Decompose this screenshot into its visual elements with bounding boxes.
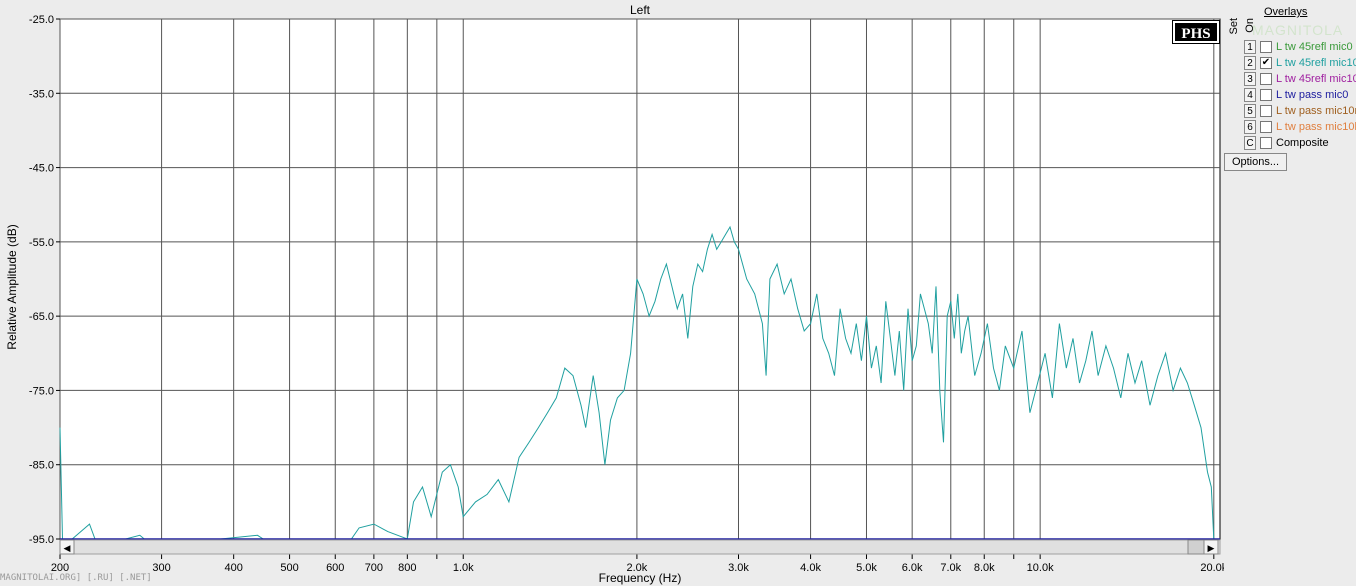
overlay-row: C Composite: [1244, 136, 1356, 151]
x-tick-label: 800: [398, 562, 416, 574]
overlay-name: L tw pass mic0: [1276, 89, 1349, 101]
phs-logo: PHS: [1172, 20, 1220, 44]
y-tick-label: -35.0: [29, 88, 54, 100]
overlay-set-button[interactable]: C: [1244, 136, 1256, 150]
y-tick-label: -55.0: [29, 237, 54, 249]
overlay-set-button[interactable]: 2: [1244, 56, 1256, 70]
overlay-set-button[interactable]: 6: [1244, 120, 1256, 134]
overlay-set-button[interactable]: 3: [1244, 72, 1256, 86]
overlays-panel: Overlays Set On MAGNITOLA 1L tw 45refl m…: [1224, 0, 1356, 586]
chart-title: Left: [630, 3, 651, 17]
overlay-row: 4 L tw pass mic0: [1244, 88, 1356, 103]
overlay-name: L tw 45refl mic10l: [1276, 57, 1356, 69]
horizontal-scrollbar[interactable]: [59, 539, 1221, 555]
x-tick-label: 3.0k: [728, 562, 749, 574]
x-tick-label: 4.0k: [800, 562, 821, 574]
overlays-title: Overlays: [1264, 6, 1308, 18]
overlay-row: 2 ✔ L tw 45refl mic10l: [1244, 56, 1356, 71]
y-tick-label: -85.0: [29, 460, 54, 472]
x-tick-label: 5.0k: [856, 562, 877, 574]
x-tick-label: 6.0k: [902, 562, 923, 574]
overlay-name: L tw pass mic10l: [1276, 121, 1356, 133]
overlay-checkbox[interactable]: ✔: [1260, 57, 1272, 69]
scroll-thumb[interactable]: [1187, 539, 1205, 555]
overlay-set-button[interactable]: 5: [1244, 104, 1256, 118]
y-tick-label: -45.0: [29, 163, 54, 175]
overlay-checkbox[interactable]: [1260, 137, 1272, 149]
overlay-name: L tw 45refl mic10r: [1276, 73, 1356, 85]
y-tick-label: -95.0: [29, 534, 54, 546]
overlay-checkbox[interactable]: [1260, 41, 1272, 53]
overlay-set-button[interactable]: 1: [1244, 40, 1256, 54]
overlay-name: Composite: [1276, 137, 1329, 149]
overlay-name: L tw pass mic10r: [1276, 105, 1356, 117]
overlay-set-button[interactable]: 4: [1244, 88, 1256, 102]
overlay-row: 6 L tw pass mic10l: [1244, 120, 1356, 135]
overlay-checkbox[interactable]: [1260, 105, 1272, 117]
x-tick-label: 20.0k: [1200, 562, 1224, 574]
overlay-row: 1 L tw 45refl mic0: [1244, 40, 1356, 55]
overlay-row: 3 L tw 45refl mic10r: [1244, 72, 1356, 87]
y-axis-label: Relative Amplitude (dB): [5, 224, 19, 349]
scroll-left-icon: ◀: [64, 543, 71, 553]
scroll-right-icon: ▶: [1208, 543, 1215, 553]
magnitola-watermark: MAGNITOLA: [1252, 22, 1344, 38]
overlay-row: 5 L tw pass mic10r: [1244, 104, 1356, 119]
x-tick-label: 400: [224, 562, 242, 574]
y-tick-label: -25.0: [29, 14, 54, 26]
options-button[interactable]: Options...: [1224, 153, 1287, 171]
x-tick-label: 10.0k: [1027, 562, 1054, 574]
overlay-checkbox[interactable]: [1260, 121, 1272, 133]
x-tick-label: 1.0k: [453, 562, 474, 574]
x-tick-label: 700: [365, 562, 383, 574]
y-tick-label: -65.0: [29, 311, 54, 323]
x-axis-label: Frequency (Hz): [599, 571, 682, 585]
overlay-checkbox[interactable]: [1260, 89, 1272, 101]
overlay-name: L tw 45refl mic0: [1276, 41, 1353, 53]
x-tick-label: 600: [326, 562, 344, 574]
overlay-checkbox[interactable]: [1260, 73, 1272, 85]
footer-watermark: MAGNITOLAI.ORG] [.RU] [.NET]: [0, 573, 152, 583]
set-column-label: Set: [1228, 18, 1240, 35]
frequency-response-chart: -25.0 -35.0 -45.0 -55.0 -65.0 -75.0 -85.0 -95.0…: [0, 0, 1224, 586]
x-tick-label: 8.0k: [974, 562, 995, 574]
x-tick-label: 300: [152, 562, 170, 574]
x-tick-label: 500: [280, 562, 298, 574]
x-tick-label: 7.0k: [940, 562, 961, 574]
y-tick-label: -75.0: [29, 385, 54, 397]
